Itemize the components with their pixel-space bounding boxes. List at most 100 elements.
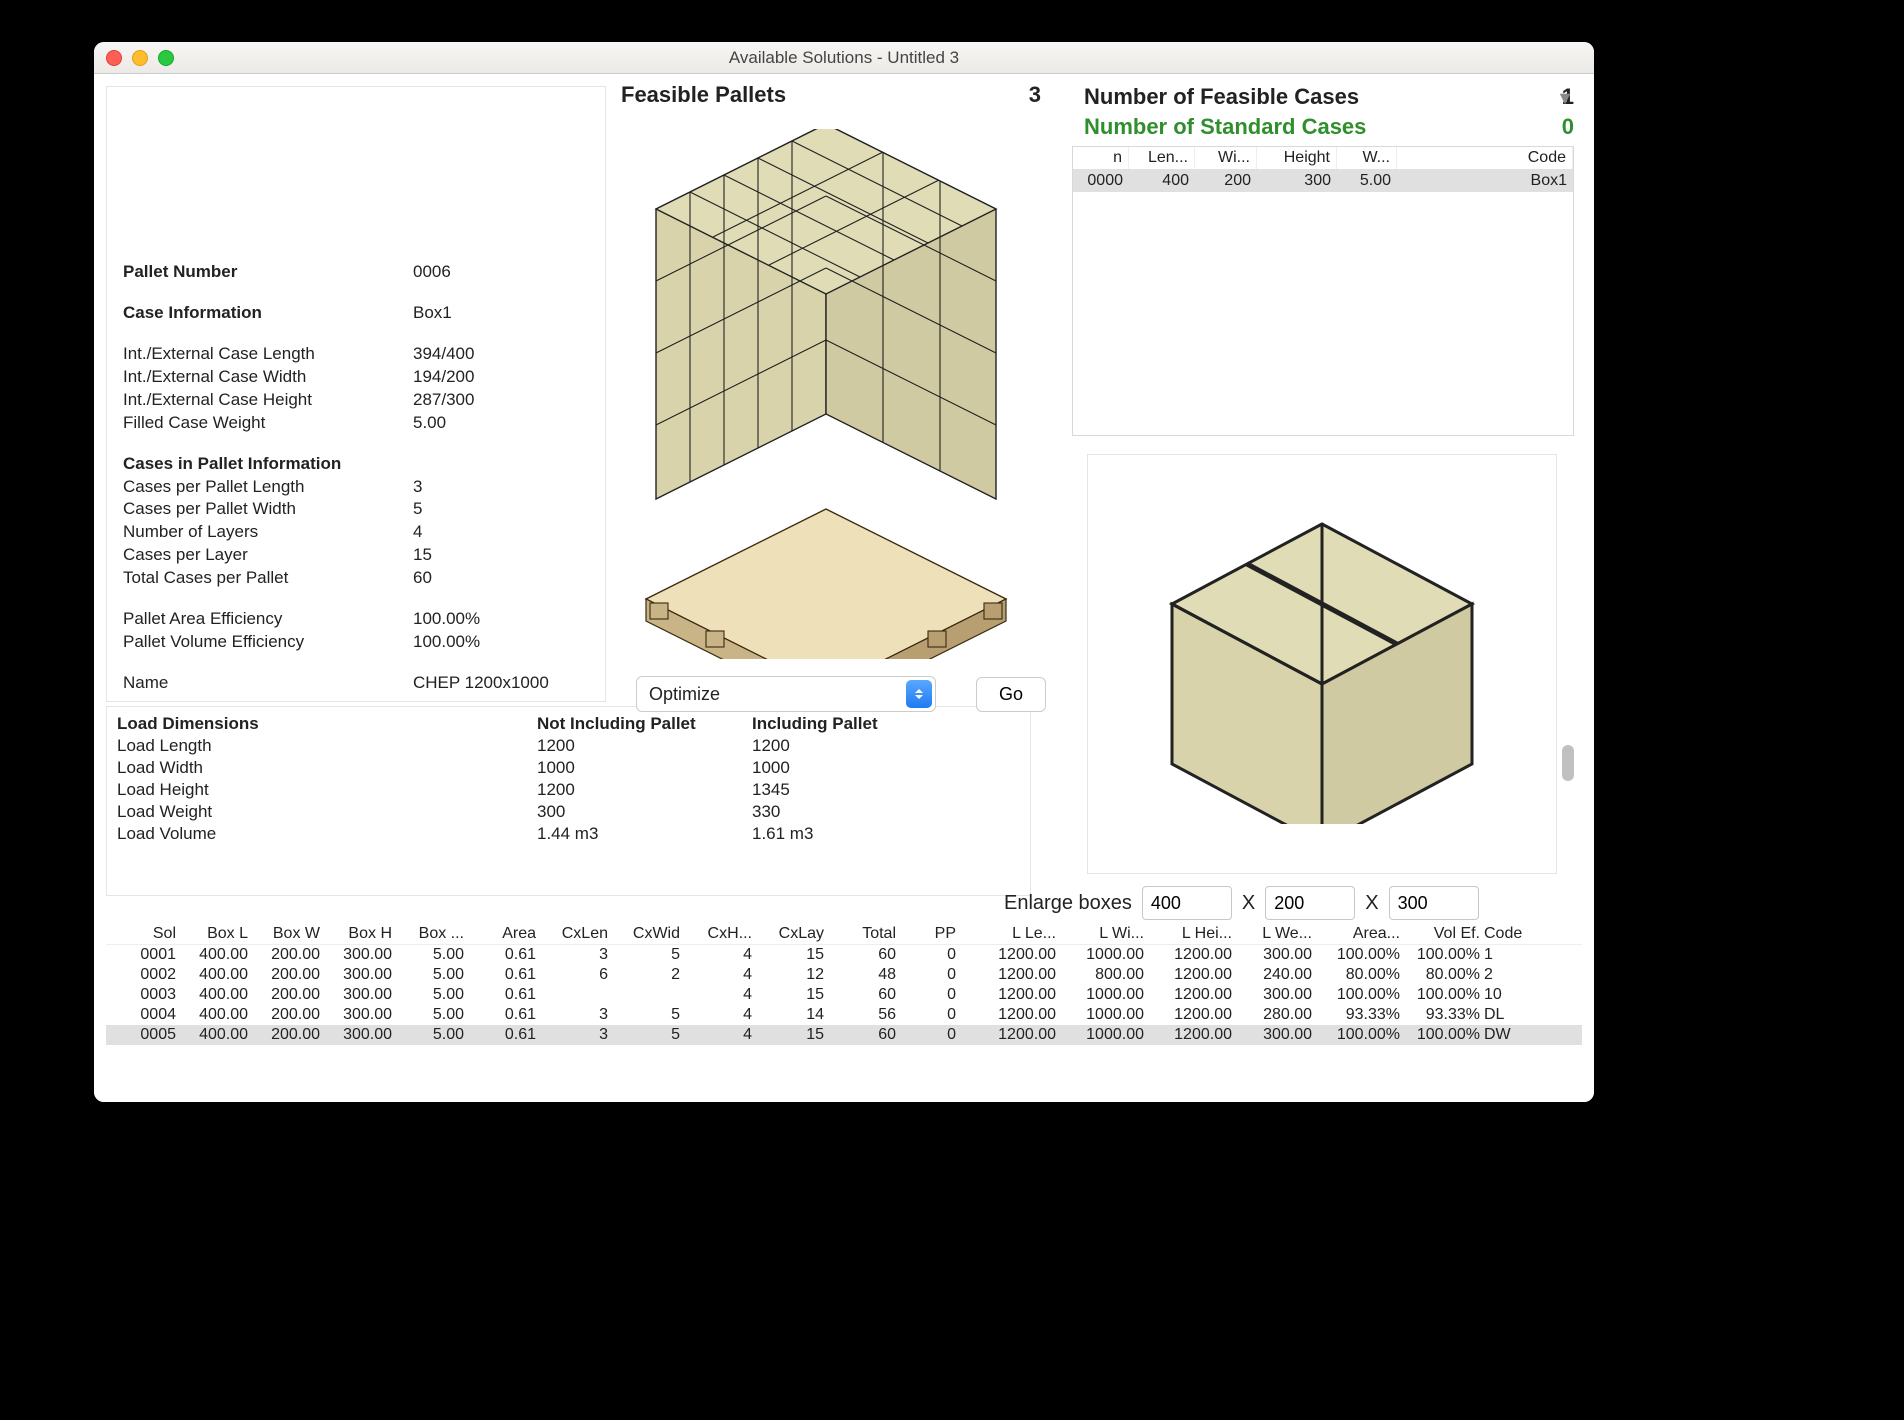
titlebar[interactable]: Available Solutions - Untitled 3 [94, 42, 1594, 74]
solutions-col[interactable]: CxH... [682, 924, 754, 944]
solutions-cell: 300.00 [322, 985, 394, 1005]
col-height[interactable]: Height [1257, 147, 1337, 169]
solutions-col[interactable]: CxLen [538, 924, 610, 944]
cases-in-pallet-header: Cases in Pallet Information [123, 453, 413, 476]
solutions-cell: DW [1482, 1025, 1542, 1045]
solutions-cell: 60 [826, 945, 898, 965]
solutions-table[interactable]: SolBox LBox WBox HBox ...AreaCxLenCxWidC… [106, 924, 1582, 1045]
info-label: Number of Layers [123, 521, 413, 544]
solutions-col[interactable]: Area... [1314, 924, 1402, 944]
info-value: 100.00% [413, 608, 480, 631]
info-value: 194/200 [413, 366, 474, 389]
info-value: 287/300 [413, 389, 474, 412]
solutions-col[interactable]: L Le... [970, 924, 1058, 944]
solutions-cell: 100.00% [1402, 985, 1482, 1005]
pallet-3d-view[interactable] [621, 114, 1031, 674]
cases-table[interactable]: n Len... Wi... Height W... Code 0000 400… [1072, 146, 1574, 436]
solutions-cell: 800.00 [1058, 965, 1146, 985]
scrollbar-thumb[interactable] [1562, 745, 1574, 781]
load-row-not: 1200 [537, 735, 752, 757]
optimize-select[interactable]: Optimize [636, 676, 936, 712]
minimize-icon[interactable] [132, 50, 148, 66]
solutions-col[interactable]: Total [826, 924, 898, 944]
solutions-cell: 400.00 [178, 945, 250, 965]
solutions-cell: 5.00 [394, 965, 466, 985]
col-w[interactable]: W... [1337, 147, 1397, 169]
solutions-cell: 5 [610, 1005, 682, 1025]
go-button[interactable]: Go [976, 677, 1046, 712]
load-row-label: Load Height [117, 779, 537, 801]
solutions-row[interactable]: 0002400.00200.00300.005.000.616241248012… [106, 965, 1582, 985]
x-separator: X [1242, 892, 1255, 915]
solutions-cell [610, 985, 682, 1005]
solutions-cell: 0005 [106, 1025, 178, 1045]
solutions-col[interactable]: Box W [250, 924, 322, 944]
solutions-cell: 100.00% [1402, 945, 1482, 965]
solutions-col[interactable]: Code [1482, 924, 1542, 944]
solutions-row[interactable]: 0005400.00200.00300.005.000.613541560012… [106, 1025, 1582, 1045]
col-code[interactable]: Code [1397, 147, 1573, 169]
load-row-label: Load Width [117, 757, 537, 779]
solutions-col[interactable]: Sol [106, 924, 178, 944]
case-info-label: Case Information [123, 302, 413, 325]
zoom-icon[interactable] [158, 50, 174, 66]
feasible-pallets-header: Feasible Pallets 3 [621, 82, 1041, 108]
solutions-col[interactable]: Vol Ef. [1402, 924, 1482, 944]
solutions-cell: 0 [898, 1005, 958, 1025]
solutions-col[interactable]: Area [466, 924, 538, 944]
info-value: 394/400 [413, 343, 474, 366]
feasible-pallets-count: 3 [1029, 82, 1041, 108]
solutions-cell: 1200.00 [970, 945, 1058, 965]
close-icon[interactable] [106, 50, 122, 66]
solutions-cell: 1200.00 [970, 1005, 1058, 1025]
content-area: Pallet Number0006 Case InformationBox1 I… [94, 74, 1594, 1102]
enlarge-width-input[interactable] [1265, 886, 1355, 920]
solutions-row[interactable]: 0003400.00200.00300.005.000.614156001200… [106, 985, 1582, 1005]
solutions-header: SolBox LBox WBox HBox ...AreaCxLenCxWidC… [106, 924, 1582, 945]
solutions-cell: 300.00 [1234, 985, 1314, 1005]
disclosure-triangle-icon[interactable]: ▼ [1556, 88, 1574, 109]
solutions-row[interactable]: 0001400.00200.00300.005.000.613541560012… [106, 945, 1582, 965]
feasible-pallets-label: Feasible Pallets [621, 82, 786, 108]
info-label: Cases per Layer [123, 544, 413, 567]
solutions-cell: 5 [610, 1025, 682, 1045]
solutions-col[interactable]: CxLay [754, 924, 826, 944]
cases-table-row[interactable]: 0000 400 200 300 5.00 Box1 [1073, 170, 1573, 192]
load-row-inc: 330 [752, 801, 1020, 823]
solutions-cell: 0004 [106, 1005, 178, 1025]
col-len[interactable]: Len... [1129, 147, 1195, 169]
col-n[interactable]: n [1073, 147, 1129, 169]
solutions-col[interactable]: Box L [178, 924, 250, 944]
pallet-number-label: Pallet Number [123, 261, 413, 284]
enlarge-height-input[interactable] [1389, 886, 1479, 920]
solutions-col[interactable]: L Hei... [1146, 924, 1234, 944]
solutions-cell: 300.00 [322, 945, 394, 965]
solutions-col[interactable]: CxWid [610, 924, 682, 944]
solutions-col[interactable]: Box H [322, 924, 394, 944]
box-preview-panel[interactable] [1087, 454, 1557, 874]
enlarge-length-input[interactable] [1142, 886, 1232, 920]
solutions-col[interactable]: L Wi... [1058, 924, 1146, 944]
solutions-cell: 200.00 [250, 965, 322, 985]
chevron-updown-icon [906, 680, 932, 708]
load-row-not: 1.44 m3 [537, 823, 752, 845]
app-window: Available Solutions - Untitled 3 Pallet … [94, 42, 1594, 1102]
traffic-lights [106, 50, 174, 66]
solutions-cell: 300.00 [1234, 945, 1314, 965]
solutions-row[interactable]: 0004400.00200.00300.005.000.613541456012… [106, 1005, 1582, 1025]
info-value: 4 [413, 521, 422, 544]
info-label: Int./External Case Height [123, 389, 413, 412]
solutions-cell: 200.00 [250, 1005, 322, 1025]
col-wi[interactable]: Wi... [1195, 147, 1257, 169]
solutions-cell: 300.00 [1234, 1025, 1314, 1045]
solutions-col[interactable]: L We... [1234, 924, 1314, 944]
solutions-cell: 1200.00 [970, 985, 1058, 1005]
solutions-cell: 200.00 [250, 985, 322, 1005]
solutions-cell: 1200.00 [970, 965, 1058, 985]
solutions-cell: 0 [898, 945, 958, 965]
standard-cases-count: 0 [1562, 112, 1574, 142]
solutions-col[interactable]: Box ... [394, 924, 466, 944]
solutions-col[interactable]: PP [898, 924, 958, 944]
solutions-cell: 0 [898, 985, 958, 1005]
solutions-cell: 200.00 [250, 945, 322, 965]
